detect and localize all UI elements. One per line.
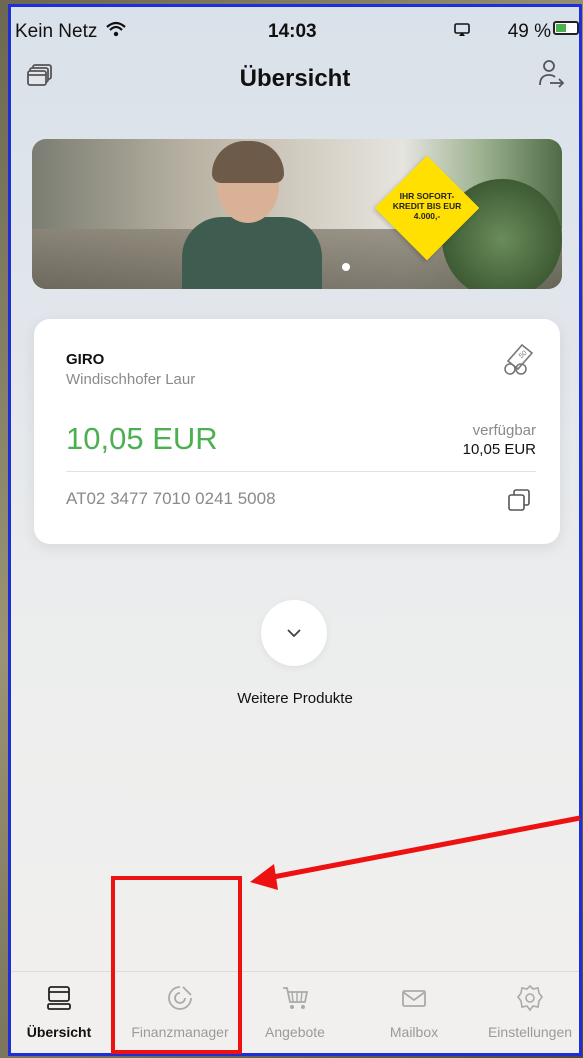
annotation-arrow bbox=[250, 815, 581, 890]
